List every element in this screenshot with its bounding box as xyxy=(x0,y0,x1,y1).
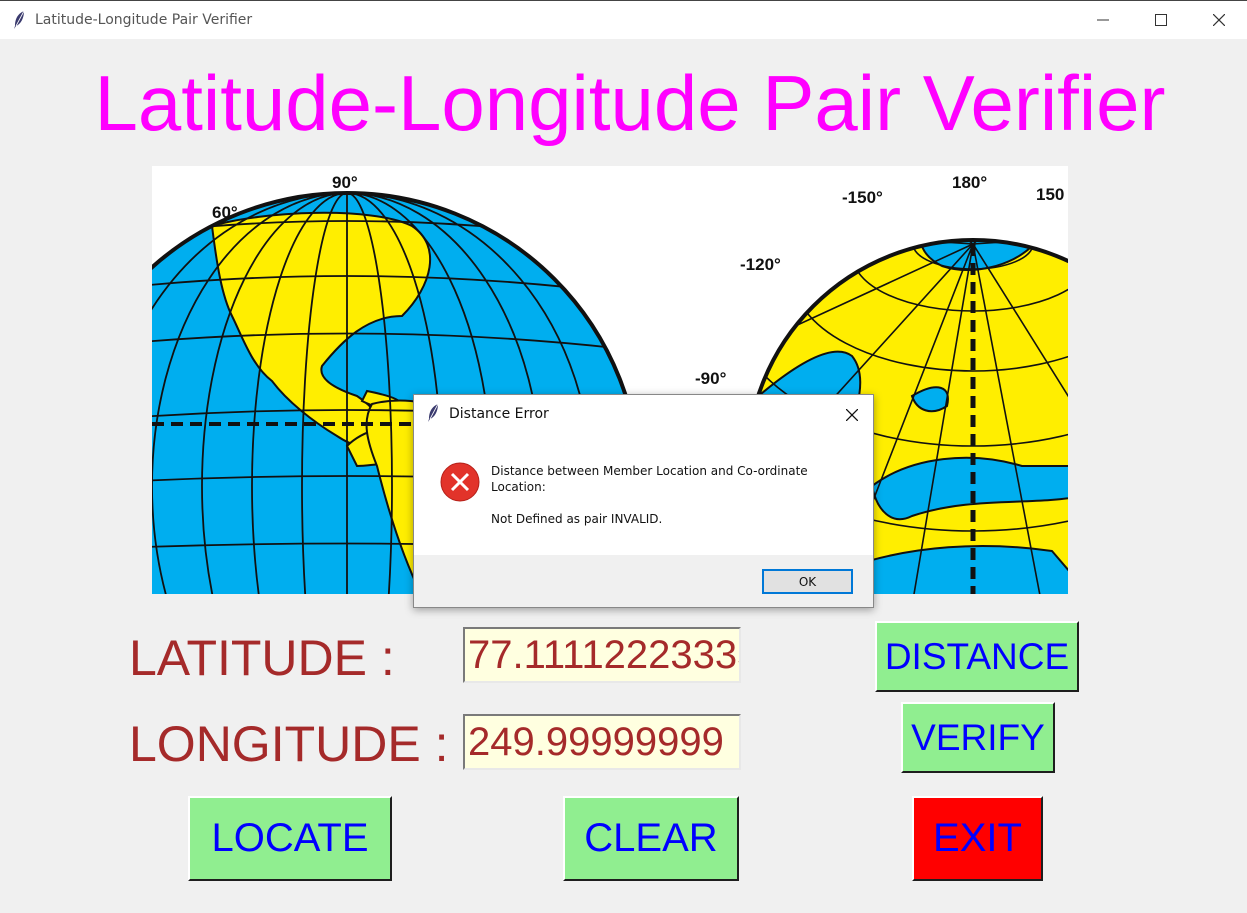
minimize-icon xyxy=(1097,19,1109,21)
latitude-input[interactable]: 77.11112223333 xyxy=(463,627,741,683)
verify-button[interactable]: VERIFY xyxy=(901,702,1055,773)
dialog-title: Distance Error xyxy=(449,406,549,422)
globe-label: 60° xyxy=(212,203,238,222)
globe-label: -90° xyxy=(695,369,727,388)
maximize-button[interactable] xyxy=(1132,1,1190,39)
longitude-input[interactable]: 249.99999999 xyxy=(463,714,741,770)
globe-label: -120° xyxy=(740,255,781,274)
dialog-message: Distance between Member Location and Co-… xyxy=(491,463,851,527)
exit-button[interactable]: EXIT xyxy=(912,796,1043,881)
ok-button[interactable]: OK xyxy=(762,569,853,594)
feather-icon xyxy=(14,10,25,29)
feather-icon xyxy=(428,403,439,422)
dialog-footer: OK xyxy=(414,555,873,607)
latitude-label: LATITUDE : xyxy=(129,630,395,686)
close-icon xyxy=(846,409,858,421)
window-title: Latitude-Longitude Pair Verifier xyxy=(35,12,253,28)
close-button[interactable] xyxy=(1190,1,1247,39)
globe-label: -150° xyxy=(842,188,883,207)
locate-button[interactable]: LOCATE xyxy=(188,796,392,881)
error-icon xyxy=(440,462,480,502)
app-heading: Latitude-Longitude Pair Verifier xyxy=(94,59,1166,147)
longitude-label: LONGITUDE : xyxy=(129,716,449,772)
close-icon xyxy=(1213,14,1225,26)
globe-label: 180° xyxy=(952,173,987,192)
dialog-message-line2: Not Defined as pair INVALID. xyxy=(491,512,663,526)
dialog-close-button[interactable] xyxy=(838,401,866,429)
distance-error-dialog: Distance Error Distance between Member L… xyxy=(413,394,874,608)
dialog-message-line1: Distance between Member Location and Co-… xyxy=(491,464,808,494)
distance-button[interactable]: DISTANCE xyxy=(875,621,1079,692)
globe-label: 150 xyxy=(1036,185,1064,204)
globe-label: 90° xyxy=(332,173,358,192)
window-titlebar: Latitude-Longitude Pair Verifier xyxy=(0,0,1247,39)
maximize-icon xyxy=(1155,14,1167,26)
minimize-button[interactable] xyxy=(1074,1,1132,39)
clear-button[interactable]: CLEAR xyxy=(563,796,739,881)
